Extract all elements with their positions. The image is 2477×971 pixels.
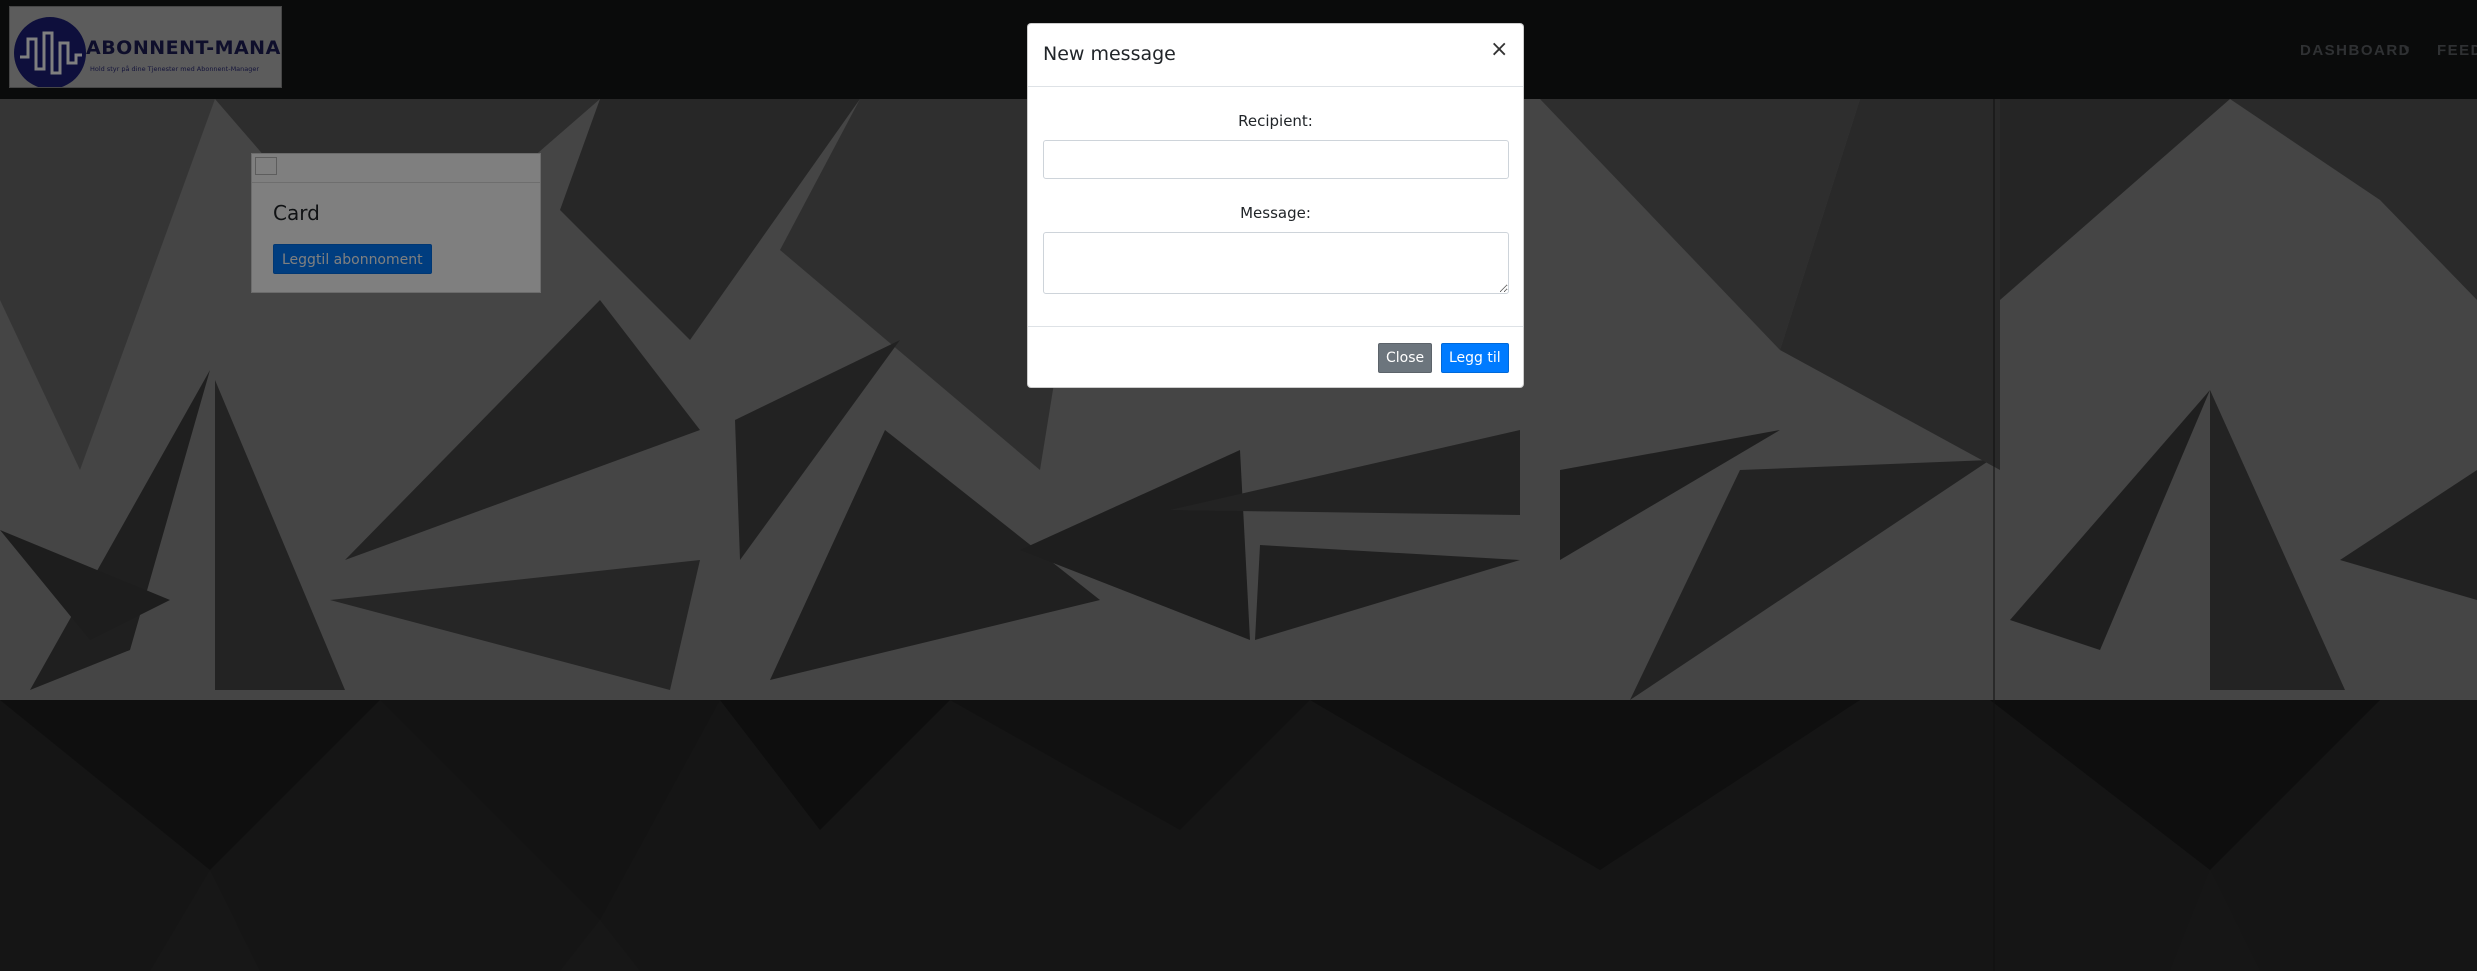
message-label: Message: [1240, 204, 1311, 222]
close-button[interactable]: Close [1378, 343, 1433, 373]
page: ABONNENT-MANAGER Hold styr på dine Tjene… [0, 0, 2477, 971]
recipient-input[interactable] [1043, 140, 1509, 179]
modal-header: New message × [1028, 24, 1523, 87]
modal-title: New message [1043, 43, 1176, 65]
message-textarea[interactable] [1043, 232, 1509, 294]
recipient-label: Recipient: [1238, 112, 1313, 130]
add-button[interactable]: Legg til [1441, 343, 1509, 373]
new-message-modal: New message × Recipient: Message: Close … [1027, 23, 1524, 388]
close-icon[interactable]: × [1490, 37, 1508, 62]
modal-footer: Close Legg til [1028, 326, 1523, 388]
